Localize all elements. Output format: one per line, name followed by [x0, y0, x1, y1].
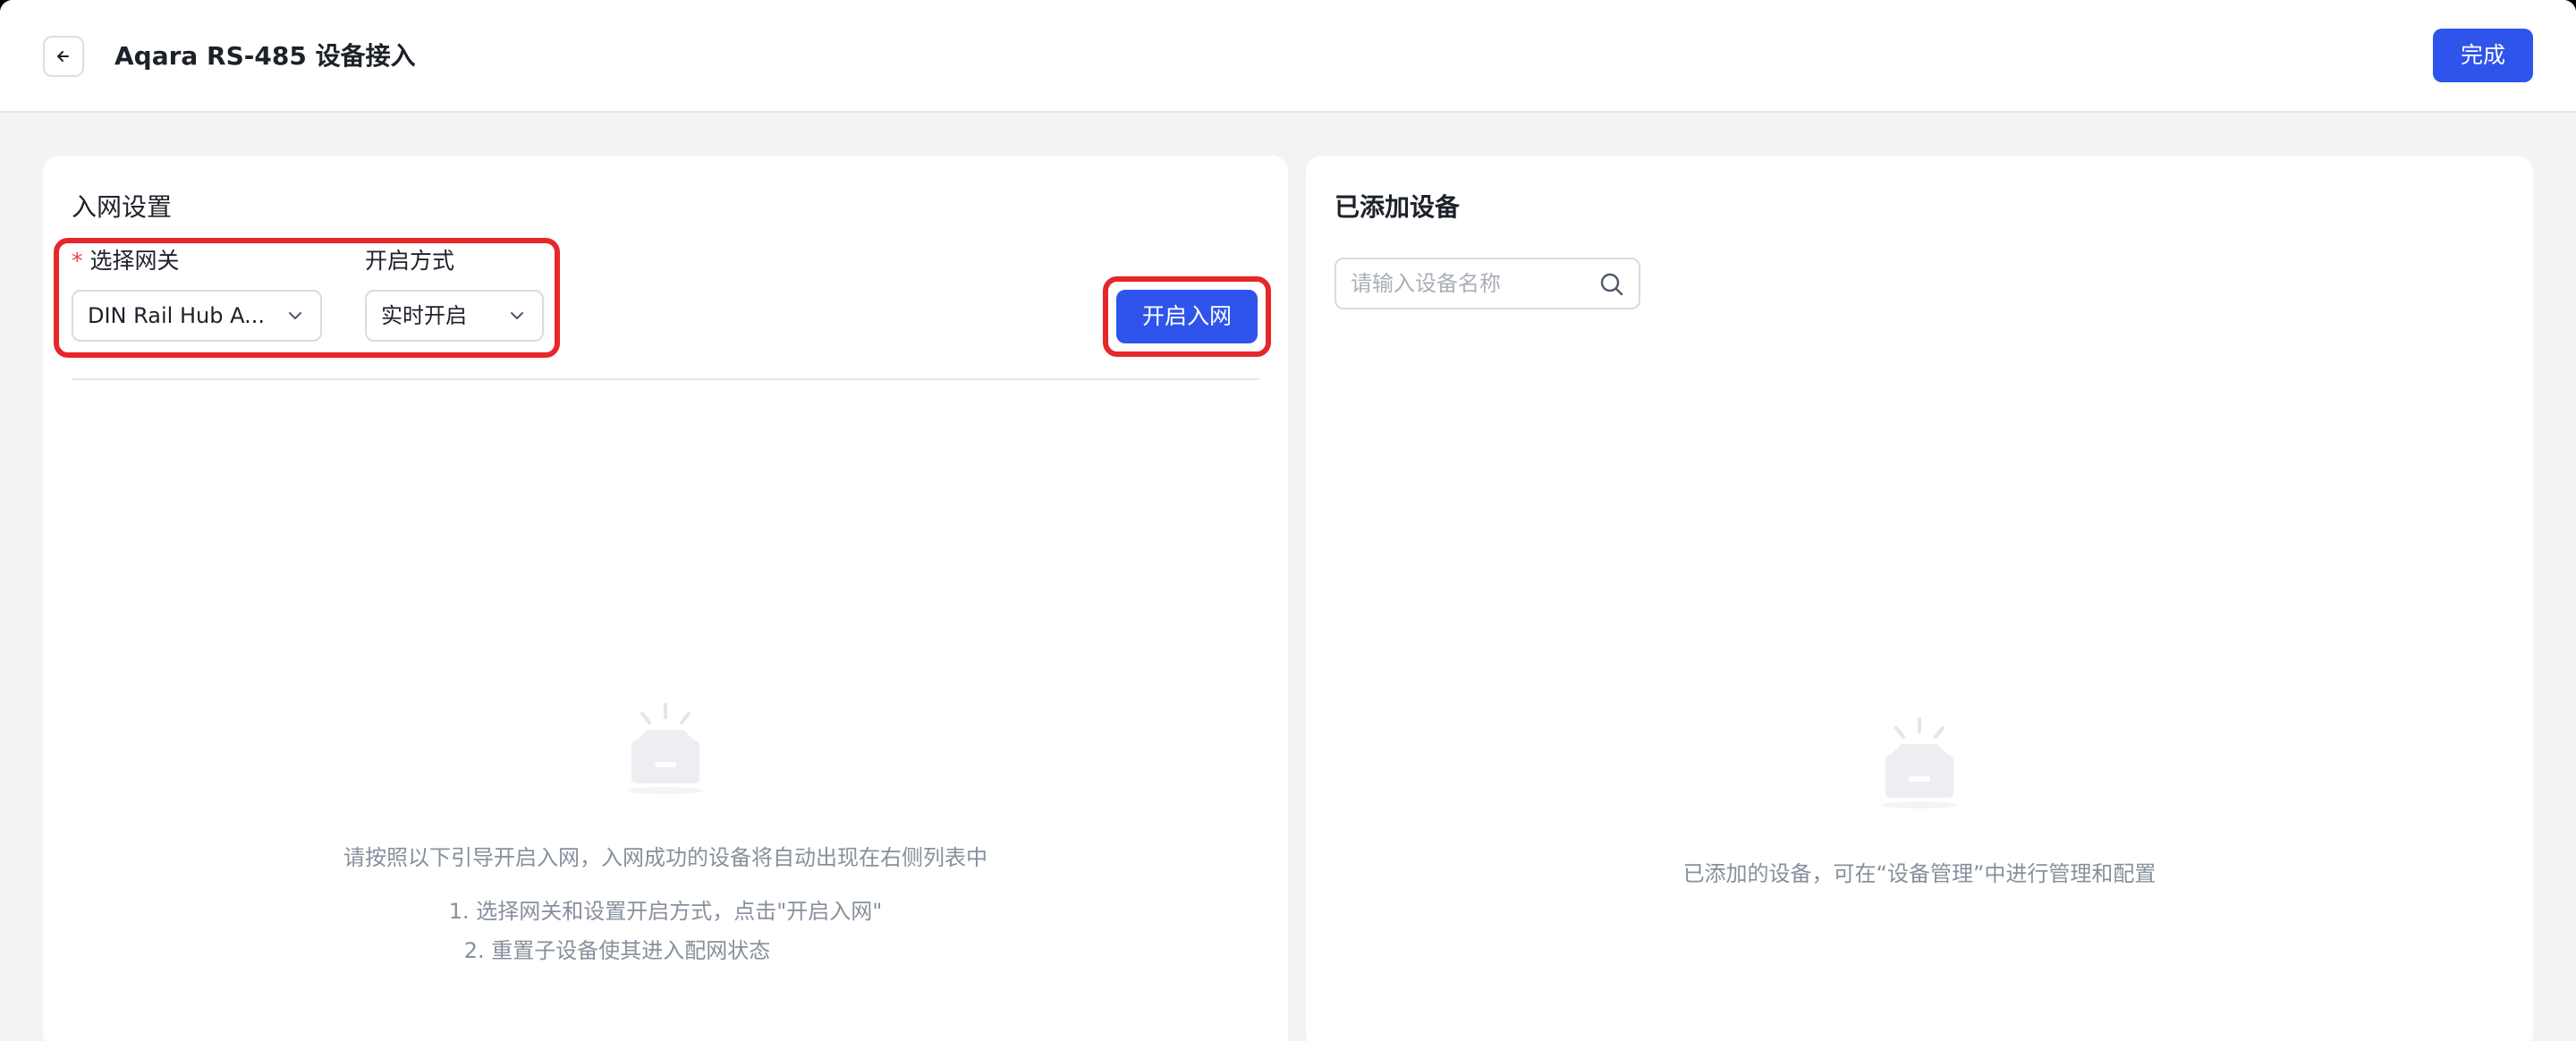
gateway-label-text: 选择网关 — [89, 248, 180, 274]
divider — [72, 378, 1259, 380]
page-header: Aqara RS-485 设备接入 完成 — [0, 0, 2576, 113]
app-window: Aqara RS-485 设备接入 完成 入网设置 * 选择网关 DIN Rail… — [0, 0, 2576, 1041]
network-settings-title: 入网设置 — [72, 192, 173, 222]
empty-box-icon — [1882, 717, 1957, 808]
gateway-label: * 选择网关 — [72, 245, 180, 277]
chevron-down-icon — [289, 312, 301, 319]
mode-label: 开启方式 — [365, 248, 455, 274]
search-icon[interactable] — [1599, 272, 1624, 297]
network-settings-panel: 入网设置 * 选择网关 DIN Rail Hub A... 开启方式 实时开启 开… — [43, 156, 1288, 1041]
mode-select-value: 实时开启 — [381, 303, 467, 328]
added-devices-panel: 已添加设备 已添加的设备，可在“设备管理”中进行管理和配置 — [1306, 156, 2533, 1041]
added-devices-empty-message: 已添加的设备，可在“设备管理”中进行管理和配置 — [1682, 861, 2157, 886]
device-search-input[interactable] — [1351, 259, 1592, 308]
pairing-step-2: 2. 重置子设备使其进入配网状态 — [463, 938, 771, 963]
device-search — [1335, 258, 1640, 309]
arrow-left-icon — [57, 51, 69, 62]
gateway-select[interactable]: DIN Rail Hub A... — [72, 290, 322, 342]
gateway-select-value: DIN Rail Hub A... — [88, 303, 265, 328]
back-button[interactable] — [43, 36, 84, 77]
added-devices-title: 已添加设备 — [1335, 192, 1461, 222]
mode-select[interactable]: 实时开启 — [365, 290, 544, 342]
required-mark: * — [72, 248, 83, 274]
pairing-step-1: 1. 选择网关和设置开启方式，点击"开启入网" — [448, 899, 883, 924]
empty-box-icon — [628, 703, 703, 794]
chevron-down-icon — [511, 312, 523, 319]
pairing-instructions-message: 请按照以下引导开启入网，入网成功的设备将自动出现在右侧列表中 — [343, 845, 987, 870]
done-button[interactable]: 完成 — [2433, 29, 2533, 82]
start-pairing-button[interactable]: 开启入网 — [1116, 290, 1258, 343]
page-title: Aqara RS-485 设备接入 — [114, 41, 416, 71]
